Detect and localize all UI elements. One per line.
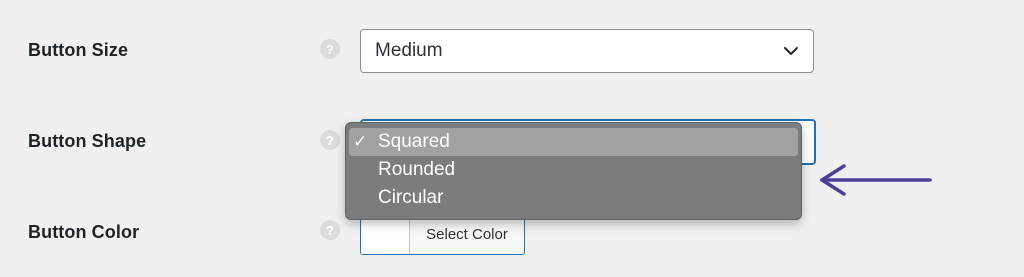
option-label: Squared bbox=[378, 131, 450, 152]
button-size-help-icon[interactable]: ? bbox=[320, 39, 340, 59]
button-shape-dropdown-menu: ✓ Squared Rounded Circular bbox=[345, 122, 802, 220]
button-color-label: Button Color bbox=[28, 222, 140, 242]
option-circular[interactable]: Circular bbox=[346, 184, 801, 212]
help-glyph: ? bbox=[326, 132, 334, 148]
button-size-label: Button Size bbox=[28, 40, 129, 60]
chevron-down-icon bbox=[783, 46, 799, 56]
help-glyph: ? bbox=[326, 41, 334, 57]
arrow-left-icon bbox=[820, 164, 932, 196]
button-shape-label: Button Shape bbox=[28, 131, 147, 151]
select-color-label: Select Color bbox=[426, 225, 508, 243]
help-glyph: ? bbox=[326, 222, 334, 238]
option-label: Circular bbox=[378, 187, 444, 208]
button-size-value: Medium bbox=[375, 40, 443, 61]
button-size-select[interactable]: Medium bbox=[360, 29, 814, 73]
option-label: Rounded bbox=[378, 159, 456, 180]
checkmark-icon: ✓ bbox=[353, 132, 368, 151]
button-color-help-icon[interactable]: ? bbox=[320, 220, 340, 240]
color-swatch[interactable] bbox=[361, 214, 410, 254]
option-squared[interactable]: ✓ Squared bbox=[349, 128, 798, 156]
button-shape-help-icon[interactable]: ? bbox=[320, 130, 340, 150]
option-rounded[interactable]: Rounded bbox=[346, 156, 801, 184]
